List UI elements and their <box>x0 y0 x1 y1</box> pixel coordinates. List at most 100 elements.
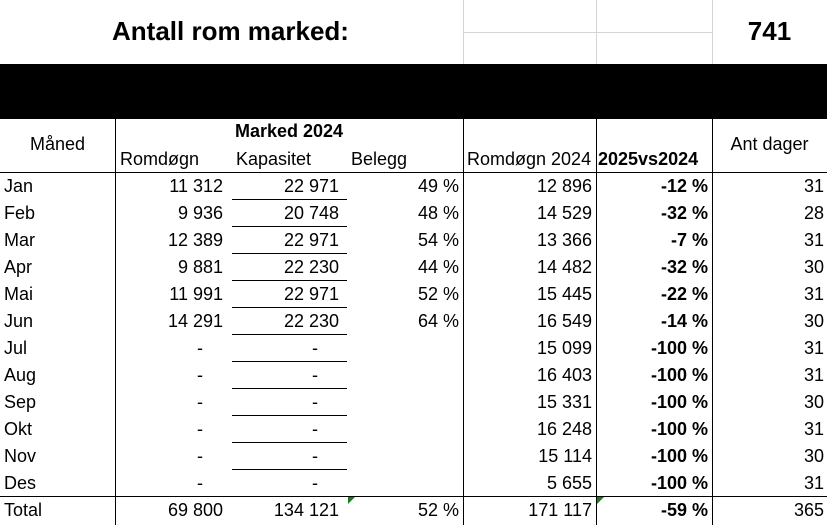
cell-belegg[interactable]: 54 % <box>348 227 459 254</box>
cell-belegg[interactable] <box>348 470 459 497</box>
header-kapasitet[interactable]: Kapasitet <box>236 149 311 170</box>
header-romdogn-2024[interactable]: Romdøgn 2024 <box>467 149 595 170</box>
header-belegg[interactable]: Belegg <box>351 149 407 170</box>
cell-border <box>232 442 347 443</box>
cell-romdogn-2024[interactable]: 5 655 <box>464 470 592 497</box>
cell-2025vs2024[interactable]: -100 % <box>597 335 708 362</box>
cell-kapasitet[interactable]: 22 230 <box>232 254 339 281</box>
header-ant-dager[interactable]: Ant dager <box>712 134 827 155</box>
cell-kapasitet[interactable]: 22 230 <box>232 308 339 335</box>
cell-romdogn-2024[interactable]: 15 099 <box>464 335 592 362</box>
cell-romdogn-2024[interactable]: 15 445 <box>464 281 592 308</box>
cell-belegg[interactable]: 48 % <box>348 200 459 227</box>
grid-line <box>463 32 712 33</box>
cell-ant-dager[interactable]: 30 <box>713 308 824 335</box>
cell-ant-dager[interactable]: 30 <box>713 389 824 416</box>
cell-2025vs2024[interactable]: -12 % <box>597 173 708 200</box>
cell-error-indicator-icon <box>348 497 355 504</box>
cell-month[interactable]: Feb <box>4 200 112 227</box>
cell-romdogn-2024[interactable]: 171 117 <box>464 497 592 524</box>
cell-month[interactable]: Aug <box>4 362 112 389</box>
cell-kapasitet[interactable]: 22 971 <box>232 227 339 254</box>
title-value[interactable]: 741 <box>712 16 827 47</box>
cell-month[interactable]: Apr <box>4 254 112 281</box>
header-border <box>463 119 464 173</box>
cell-ant-dager[interactable]: 31 <box>713 362 824 389</box>
cell-romdogn-2024[interactable]: 14 482 <box>464 254 592 281</box>
cell-romdogn-2024[interactable]: 14 529 <box>464 200 592 227</box>
cell-belegg[interactable]: 52 % <box>348 497 459 524</box>
cell-ant-dager[interactable]: 31 <box>713 227 824 254</box>
cell-2025vs2024[interactable]: -14 % <box>597 308 708 335</box>
cell-romdogn-2024[interactable]: 15 331 <box>464 389 592 416</box>
cell-kapasitet[interactable]: 134 121 <box>232 497 339 524</box>
cell-month[interactable]: Total <box>4 497 112 524</box>
cell-ant-dager[interactable]: 28 <box>713 200 824 227</box>
cell-romdogn-2024[interactable]: 13 366 <box>464 227 592 254</box>
cell-month[interactable]: Des <box>4 470 112 497</box>
cell-romdogn[interactable]: 11 312 <box>116 173 223 200</box>
header-month[interactable]: Måned <box>0 134 115 155</box>
cell-kapasitet[interactable]: 22 971 <box>232 173 339 200</box>
cell-border <box>232 334 347 335</box>
cell-ant-dager[interactable]: 31 <box>713 173 824 200</box>
cell-2025vs2024[interactable]: -32 % <box>597 200 708 227</box>
cell-2025vs2024[interactable]: -7 % <box>597 227 708 254</box>
cell-belegg[interactable] <box>348 335 459 362</box>
cell-border <box>232 253 347 254</box>
cell-romdogn-2024[interactable]: 16 403 <box>464 362 592 389</box>
cell-month[interactable]: Sep <box>4 389 112 416</box>
cell-belegg[interactable]: 52 % <box>348 281 459 308</box>
cell-2025vs2024[interactable]: -100 % <box>597 362 708 389</box>
cell-belegg[interactable] <box>348 443 459 470</box>
cell-romdogn-2024[interactable]: 12 896 <box>464 173 592 200</box>
header-2025vs2024[interactable]: 2025vs2024 <box>598 149 712 170</box>
cell-belegg[interactable]: 44 % <box>348 254 459 281</box>
cell-ant-dager[interactable]: 30 <box>713 443 824 470</box>
cell-border <box>232 307 347 308</box>
spreadsheet: Antall rom marked: 741 Måned Marked 2024… <box>0 0 827 525</box>
cell-ant-dager[interactable]: 31 <box>713 281 824 308</box>
cell-2025vs2024[interactable]: -32 % <box>597 254 708 281</box>
cell-ant-dager[interactable]: 31 <box>713 470 824 497</box>
cell-romdogn[interactable]: 14 291 <box>116 308 223 335</box>
cell-romdogn[interactable]: 12 389 <box>116 227 223 254</box>
cell-month[interactable]: Jan <box>4 173 112 200</box>
cell-2025vs2024[interactable]: -59 % <box>597 497 708 524</box>
cell-romdogn-2024[interactable]: 15 114 <box>464 443 592 470</box>
header-romdogn[interactable]: Romdøgn <box>120 149 199 170</box>
cell-2025vs2024[interactable]: -100 % <box>597 416 708 443</box>
cell-romdogn[interactable]: 9 881 <box>116 254 223 281</box>
cell-month[interactable]: Jun <box>4 308 112 335</box>
title-label[interactable]: Antall rom marked: <box>112 16 349 47</box>
cell-border <box>232 226 347 227</box>
cell-ant-dager[interactable]: 30 <box>713 254 824 281</box>
cell-ant-dager[interactable]: 31 <box>713 335 824 362</box>
cell-border <box>232 280 347 281</box>
cell-romdogn[interactable]: 69 800 <box>116 497 223 524</box>
cell-2025vs2024[interactable]: -100 % <box>597 389 708 416</box>
cell-kapasitet[interactable]: 22 971 <box>232 281 339 308</box>
cell-2025vs2024[interactable]: -22 % <box>597 281 708 308</box>
cell-belegg[interactable] <box>348 389 459 416</box>
cell-month[interactable]: Nov <box>4 443 112 470</box>
cell-2025vs2024[interactable]: -100 % <box>597 443 708 470</box>
cell-romdogn-2024[interactable]: 16 549 <box>464 308 592 335</box>
cell-ant-dager[interactable]: 31 <box>713 416 824 443</box>
cell-border <box>232 199 347 200</box>
cell-month[interactable]: Mar <box>4 227 112 254</box>
cell-romdogn[interactable]: 9 936 <box>116 200 223 227</box>
cell-kapasitet[interactable]: 20 748 <box>232 200 339 227</box>
cell-belegg[interactable] <box>348 362 459 389</box>
cell-month[interactable]: Jul <box>4 335 112 362</box>
cell-2025vs2024[interactable]: -100 % <box>597 470 708 497</box>
header-group[interactable]: Marked 2024 <box>115 121 463 142</box>
cell-belegg[interactable] <box>348 416 459 443</box>
cell-ant-dager[interactable]: 365 <box>713 497 824 524</box>
cell-belegg[interactable]: 64 % <box>348 308 459 335</box>
cell-romdogn-2024[interactable]: 16 248 <box>464 416 592 443</box>
cell-belegg[interactable]: 49 % <box>348 173 459 200</box>
cell-month[interactable]: Mai <box>4 281 112 308</box>
cell-month[interactable]: Okt <box>4 416 112 443</box>
cell-romdogn[interactable]: 11 991 <box>116 281 223 308</box>
